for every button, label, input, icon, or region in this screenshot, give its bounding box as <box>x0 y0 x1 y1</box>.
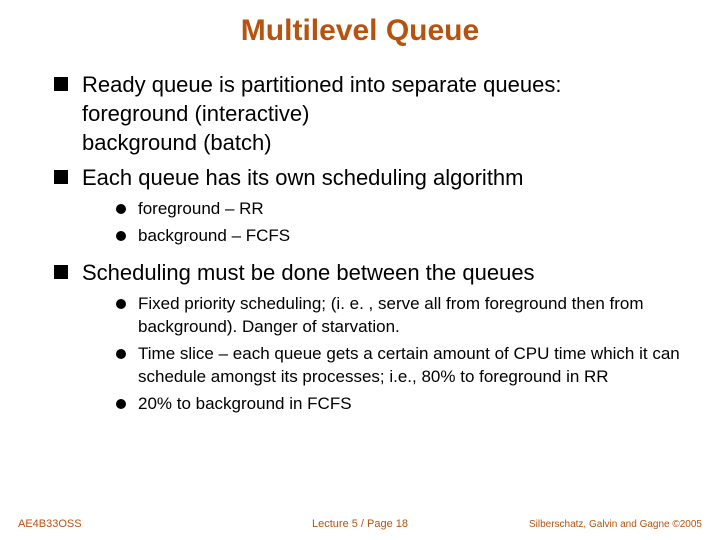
footer: AE4B33OSS Lecture 5 / Page 18 Silberscha… <box>0 518 720 530</box>
sub-bullet-item: foreground – RR <box>116 198 692 221</box>
bullet-item: Each queue has its own scheduling algori… <box>54 163 692 248</box>
bullet-text: Scheduling must be done between the queu… <box>82 260 535 285</box>
sub-bullet-item: 20% to background in FCFS <box>116 393 692 416</box>
bullet-item: Ready queue is partitioned into separate… <box>54 70 692 157</box>
sub-bullet-item: Time slice – each queue gets a certain a… <box>116 343 692 389</box>
sub-bullet-item: background – FCFS <box>116 225 692 248</box>
bullet-text: background (batch) <box>82 128 692 157</box>
footer-left: AE4B33OSS <box>18 518 82 530</box>
bullet-text: Each queue has its own scheduling algori… <box>82 165 524 190</box>
bullet-text: Ready queue is partitioned into separate… <box>82 70 692 99</box>
bullet-text: foreground (interactive) <box>82 99 692 128</box>
footer-right: Silberschatz, Galvin and Gagne ©2005 <box>529 519 702 530</box>
sub-bullet-list: foreground – RR background – FCFS <box>82 198 692 248</box>
slide-title: Multilevel Queue <box>28 14 692 48</box>
bullet-item: Scheduling must be done between the queu… <box>54 258 692 416</box>
bullet-list: Ready queue is partitioned into separate… <box>28 70 692 416</box>
sub-bullet-item: Fixed priority scheduling; (i. e. , serv… <box>116 293 692 339</box>
slide: Multilevel Queue Ready queue is partitio… <box>0 0 720 540</box>
sub-bullet-list: Fixed priority scheduling; (i. e. , serv… <box>82 293 692 416</box>
footer-center: Lecture 5 / Page 18 <box>312 518 408 530</box>
